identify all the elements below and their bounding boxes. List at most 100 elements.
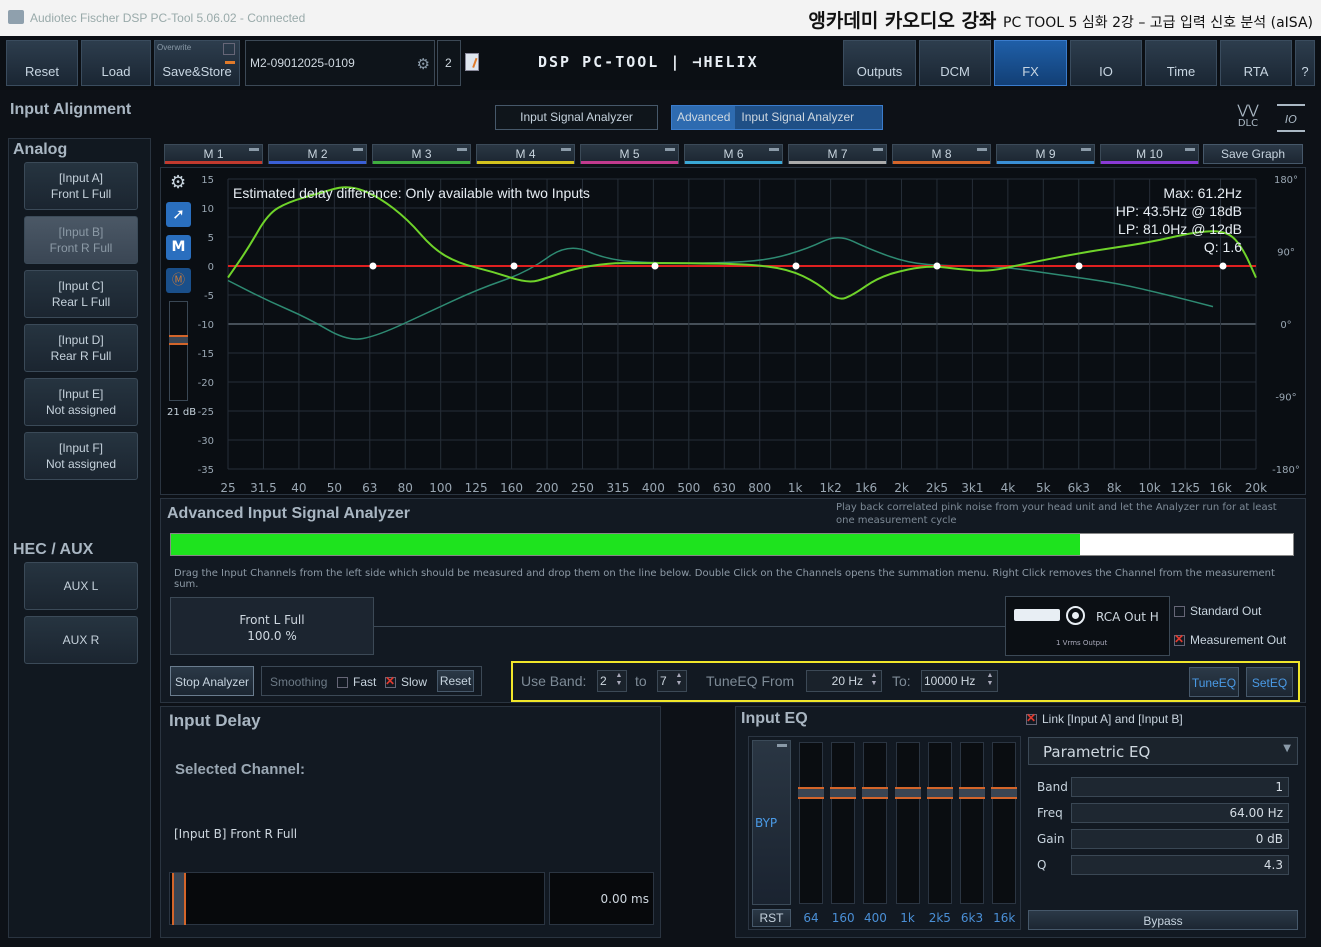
gear-icon[interactable]: ⚙ [417, 55, 430, 73]
slow-checkbox[interactable] [385, 674, 396, 689]
spin-arrows-icon[interactable]: ▲ ▼ [614, 672, 624, 690]
memory-tab-3[interactable]: M 3 [372, 144, 471, 164]
standard-out-checkbox[interactable] [1174, 606, 1185, 618]
aux-r-button[interactable]: AUX R [24, 616, 138, 664]
eq-band-knob[interactable] [894, 787, 921, 799]
standard-out-option[interactable]: Standard Out [1174, 604, 1261, 618]
gain-field[interactable]: 0 dB [1071, 829, 1289, 849]
eq-band-slider[interactable] [894, 742, 921, 904]
time-button[interactable]: Time [1145, 40, 1217, 86]
response-graph[interactable]: 151050-5-10-15-20-25-30-3525 31.5 40 50 63 80… [160, 167, 1306, 495]
fx-button[interactable]: FX [994, 40, 1067, 86]
eq-band-marker[interactable] [1219, 262, 1227, 270]
measured-channel-front-l[interactable]: Front L Full 100.0 % [170, 597, 374, 655]
tuneeq-to-spinner[interactable]: 10000 Hz ▲ ▼ [921, 670, 998, 692]
rst-button[interactable]: RST [752, 909, 791, 927]
smoothing-reset-button[interactable]: Reset [437, 670, 474, 692]
eq-band-marker[interactable] [369, 262, 377, 270]
helix-logo: DSP PC-TOOL | ⊣HELIX [538, 53, 759, 71]
stop-analyzer-button[interactable]: Stop Analyzer [170, 666, 254, 696]
delay-slider[interactable] [169, 872, 545, 925]
outputs-button[interactable]: Outputs [843, 40, 916, 86]
memory-tab-label: M 5 [619, 147, 640, 161]
band-field[interactable]: 1 [1071, 777, 1289, 797]
slow-option[interactable]: Slow [385, 674, 428, 689]
aux-l-button[interactable]: AUX L [24, 562, 138, 610]
tab-advanced-isa[interactable]: Advanced Input Signal Analyzer [671, 105, 883, 130]
memory-tab-8[interactable]: M 8 [892, 144, 991, 164]
input-button-d[interactable]: [Input D] Rear R Full [24, 324, 138, 372]
input-button-c[interactable]: [Input C] Rear L Full [24, 270, 138, 318]
eq-band-knob[interactable] [926, 787, 953, 799]
input-button-f[interactable]: [Input F] Not assigned [24, 432, 138, 480]
memory-tab-9[interactable]: M 9 [996, 144, 1095, 164]
eq-type-dropdown[interactable]: Parametric EQ ▼ [1028, 737, 1298, 765]
eq-band-knob[interactable] [830, 787, 857, 799]
load-button[interactable]: Load [81, 40, 151, 86]
eq-band-marker[interactable] [510, 262, 518, 270]
fast-checkbox[interactable] [337, 677, 348, 689]
x-tick-label: 200 [536, 481, 559, 495]
eq-band-knob[interactable] [798, 787, 824, 799]
overwrite-checkbox[interactable] [223, 43, 235, 55]
fast-option[interactable]: Fast [337, 675, 376, 689]
save-store-button[interactable]: Overwrite Save&Store [154, 40, 240, 86]
eq-band-slider[interactable] [862, 742, 889, 904]
eq-band-knob[interactable] [862, 787, 889, 799]
input-button-a[interactable]: [Input A] Front L Full [24, 162, 138, 210]
link-inputs-option[interactable]: Link [Input A] and [Input B] [1026, 711, 1183, 726]
memory-tab-6[interactable]: M 6 [684, 144, 783, 164]
smoothing-label: Smoothing [270, 675, 328, 689]
eq-band-slider[interactable] [991, 742, 1018, 904]
eq-band-marker[interactable] [792, 262, 800, 270]
delay-slider-knob[interactable] [172, 873, 186, 925]
q-field[interactable]: 4.3 [1071, 855, 1289, 875]
eq-band-marker[interactable] [1075, 262, 1083, 270]
memory-tab-1[interactable]: M 1 [164, 144, 263, 164]
measurement-out-checkbox[interactable] [1174, 632, 1185, 647]
reset-button[interactable]: Reset [6, 40, 78, 86]
slow-label: Slow [401, 675, 428, 689]
band-from-spinner[interactable]: 2 ▲ ▼ [597, 670, 627, 692]
io-button[interactable]: IO [1070, 40, 1142, 86]
dlc-icon[interactable]: ⋁⋁ DLC [1233, 104, 1263, 132]
link-inputs-checkbox[interactable] [1026, 711, 1037, 726]
spin-arrows-icon[interactable]: ▲ ▼ [985, 672, 995, 690]
edit-notes-icon[interactable] [465, 53, 479, 71]
spin-arrows-icon[interactable]: ▲ ▼ [869, 672, 879, 690]
tuneeq-from-spinner[interactable]: 20 Hz ▲ ▼ [806, 670, 882, 692]
eq-band-marker[interactable] [933, 262, 941, 270]
tuneeq-button[interactable]: TuneEQ [1189, 667, 1239, 697]
seteq-button[interactable]: SetEQ [1246, 667, 1293, 697]
spin-arrows-icon[interactable]: ▲ ▼ [674, 672, 684, 690]
tab-input-signal-analyzer[interactable]: Input Signal Analyzer [495, 105, 658, 130]
eq-band-slider[interactable] [798, 742, 824, 904]
band-to-spinner[interactable]: 7 ▲ ▼ [657, 670, 687, 692]
memory-tab-2[interactable]: M 2 [268, 144, 367, 164]
input-button-e[interactable]: [Input E] Not assigned [24, 378, 138, 426]
eq-band-freq-label: 64 [803, 911, 819, 925]
measurement-out-option[interactable]: Measurement Out [1174, 632, 1286, 647]
save-graph-button[interactable]: Save Graph [1203, 144, 1303, 164]
rta-button[interactable]: RTA [1220, 40, 1292, 86]
io-link-icon[interactable]: IO [1277, 104, 1305, 132]
memory-tab-label: M 4 [515, 147, 536, 161]
preset-name-field[interactable]: M2-09012025-0109 ⚙ [245, 40, 435, 86]
input-button-b[interactable]: [Input B] Front R Full [24, 216, 138, 264]
dcm-button[interactable]: DCM [919, 40, 991, 86]
freq-field[interactable]: 64.00 Hz [1071, 803, 1289, 823]
eq-band-slider[interactable] [926, 742, 953, 904]
eq-band-marker[interactable] [651, 262, 659, 270]
bypass-button[interactable]: Bypass [1028, 910, 1298, 930]
eq-band-knob[interactable] [991, 787, 1018, 799]
eq-band-slider[interactable] [830, 742, 857, 904]
eq-band-knob[interactable] [959, 787, 985, 799]
memory-tab-4[interactable]: M 4 [476, 144, 575, 164]
input-id-label: [Input C] [58, 279, 104, 293]
eq-band-slider[interactable] [959, 742, 985, 904]
byp-button[interactable]: BYP [752, 740, 791, 905]
help-button[interactable]: ? [1295, 40, 1315, 86]
memory-tab-7[interactable]: M 7 [788, 144, 887, 164]
memory-tab-5[interactable]: M 5 [580, 144, 679, 164]
memory-tab-10[interactable]: M 10 [1100, 144, 1199, 164]
